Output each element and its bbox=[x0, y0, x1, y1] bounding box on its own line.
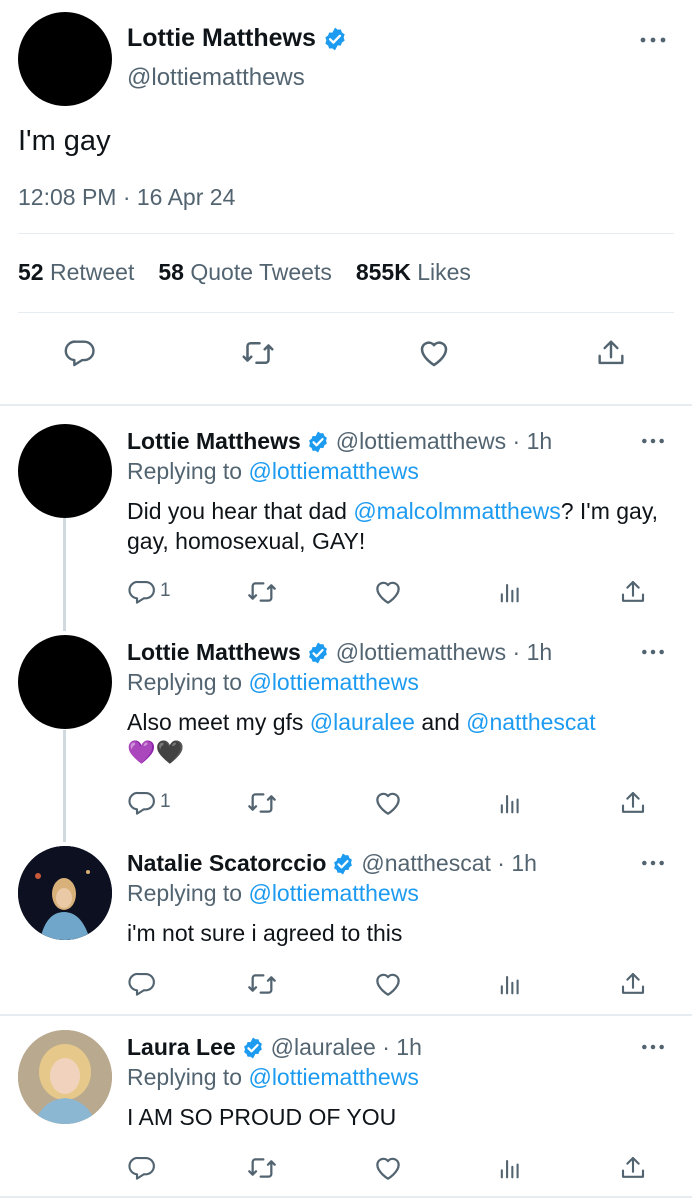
author-name[interactable]: Lottie Matthews bbox=[127, 639, 301, 666]
retweet-icon[interactable] bbox=[240, 335, 276, 371]
replying-to-label: Replying to bbox=[127, 880, 249, 906]
verified-badge-icon bbox=[322, 26, 348, 52]
tweet-text: I'm gay bbox=[18, 125, 111, 157]
more-icon[interactable] bbox=[640, 854, 666, 872]
tweet-stats: 52 Retweet 58 Quote Tweets 855K Likes bbox=[18, 259, 471, 286]
verified-badge-icon bbox=[241, 1036, 265, 1060]
more-icon[interactable] bbox=[640, 432, 666, 450]
mention-link[interactable]: @lauralee bbox=[310, 709, 415, 735]
like-icon[interactable] bbox=[372, 968, 404, 1000]
author-handle[interactable]: @lottiematthews bbox=[127, 64, 305, 92]
retweets-stat[interactable]: 52 Retweet bbox=[18, 259, 134, 286]
replying-to-label: Replying to bbox=[127, 669, 249, 695]
retweet-icon[interactable] bbox=[246, 787, 278, 819]
reply-tweet[interactable]: Natalie Scatorccio @natthescat · 1h Repl… bbox=[0, 834, 692, 1014]
replying-to-mention[interactable]: @lottiematthews bbox=[248, 880, 418, 906]
reply-tweet[interactable]: Laura Lee @lauralee · 1h Replying to @lo… bbox=[0, 1018, 692, 1200]
retweet-icon[interactable] bbox=[246, 1152, 278, 1184]
section-divider bbox=[0, 1014, 692, 1016]
reply-time[interactable]: 1h bbox=[396, 1034, 422, 1061]
replying-to-mention[interactable]: @lottiematthews bbox=[248, 1064, 418, 1090]
reply-icon[interactable] bbox=[127, 1152, 157, 1184]
retweet-icon[interactable] bbox=[246, 968, 278, 1000]
reply-icon[interactable] bbox=[63, 335, 97, 371]
reply-tweet[interactable]: Lottie Matthews @lottiematthews · 1h Rep… bbox=[0, 623, 692, 833]
author-handle[interactable]: @lauralee bbox=[271, 1034, 376, 1061]
reply-actions bbox=[0, 1152, 692, 1186]
replying-to-label: Replying to bbox=[127, 458, 249, 484]
avatar-photo bbox=[18, 1030, 112, 1124]
divider bbox=[18, 233, 674, 234]
reply-icon[interactable] bbox=[127, 968, 157, 1000]
retweet-icon[interactable] bbox=[246, 576, 278, 608]
like-icon[interactable] bbox=[372, 787, 404, 819]
separator: · bbox=[506, 428, 527, 454]
reply-actions: 1 bbox=[0, 787, 692, 821]
reply-text: Also meet my gfs @lauralee and @natthesc… bbox=[127, 709, 596, 765]
verified-badge-icon bbox=[306, 430, 330, 454]
reply-tweet[interactable]: Lottie Matthews @lottiematthews · 1h Rep… bbox=[0, 412, 692, 622]
more-icon[interactable] bbox=[640, 643, 666, 661]
author-handle[interactable]: @lottiematthews bbox=[336, 639, 506, 666]
reply-icon[interactable] bbox=[127, 576, 157, 608]
reply-text: i'm not sure i agreed to this bbox=[127, 920, 403, 946]
share-icon[interactable] bbox=[618, 1152, 648, 1184]
reply-count: 1 bbox=[160, 791, 171, 812]
separator: · bbox=[375, 1034, 397, 1060]
share-icon[interactable] bbox=[618, 787, 648, 819]
more-icon[interactable] bbox=[640, 1038, 666, 1056]
avatar[interactable] bbox=[18, 635, 112, 729]
reply-time[interactable]: 1h bbox=[511, 850, 537, 877]
author-handle[interactable]: @natthescat bbox=[361, 850, 490, 877]
tweet-timestamp[interactable]: 12:08 PM · 16 Apr 24 bbox=[18, 184, 235, 211]
tweet-actions bbox=[0, 335, 692, 375]
analytics-icon[interactable] bbox=[496, 1152, 524, 1184]
likes-stat[interactable]: 855K Likes bbox=[356, 259, 471, 286]
quote-tweets-stat[interactable]: 58 Quote Tweets bbox=[158, 259, 331, 286]
analytics-icon[interactable] bbox=[496, 576, 524, 608]
separator: · bbox=[506, 639, 527, 665]
like-icon[interactable] bbox=[372, 576, 404, 608]
emoji: 💜🖤 bbox=[127, 739, 185, 765]
like-icon[interactable] bbox=[372, 1152, 404, 1184]
analytics-icon[interactable] bbox=[496, 968, 524, 1000]
reply-time[interactable]: 1h bbox=[527, 428, 553, 455]
author-name[interactable]: Lottie Matthews bbox=[127, 24, 316, 53]
verified-badge-icon bbox=[306, 641, 330, 665]
section-divider bbox=[0, 404, 692, 406]
replying-to-mention[interactable]: @lottiematthews bbox=[248, 458, 418, 484]
avatar-photo bbox=[18, 846, 112, 940]
avatar[interactable] bbox=[18, 12, 112, 106]
replying-to-label: Replying to bbox=[127, 1064, 249, 1090]
reply-time[interactable]: 1h bbox=[527, 639, 553, 666]
mention-link[interactable]: @natthescat bbox=[466, 709, 595, 735]
avatar[interactable] bbox=[18, 1030, 112, 1124]
main-tweet: Lottie Matthews @lottiematthews I'm gay … bbox=[0, 0, 692, 405]
author-handle[interactable]: @lottiematthews bbox=[336, 428, 506, 455]
verified-badge-icon bbox=[331, 852, 355, 876]
share-icon[interactable] bbox=[618, 968, 648, 1000]
author-name[interactable]: Natalie Scatorccio bbox=[127, 850, 326, 877]
author-name[interactable]: Laura Lee bbox=[127, 1034, 236, 1061]
share-icon[interactable] bbox=[594, 335, 628, 371]
reply-actions: 1 bbox=[0, 576, 692, 610]
analytics-icon[interactable] bbox=[496, 787, 524, 819]
like-icon[interactable] bbox=[416, 335, 452, 371]
avatar[interactable] bbox=[18, 424, 112, 518]
reply-icon[interactable] bbox=[127, 787, 157, 819]
reply-actions bbox=[0, 968, 692, 1002]
author-name[interactable]: Lottie Matthews bbox=[127, 428, 301, 455]
avatar[interactable] bbox=[18, 846, 112, 940]
separator: · bbox=[490, 850, 512, 876]
replying-to-mention[interactable]: @lottiematthews bbox=[248, 669, 418, 695]
more-icon[interactable] bbox=[638, 30, 668, 50]
divider bbox=[18, 312, 674, 313]
share-icon[interactable] bbox=[618, 576, 648, 608]
reply-text: I AM SO PROUD OF YOU bbox=[127, 1104, 397, 1130]
section-divider bbox=[0, 1196, 692, 1198]
reply-text: Did you hear that dad @malcolmmatthews? … bbox=[127, 498, 659, 554]
mention-link[interactable]: @malcolmmatthews bbox=[353, 498, 560, 524]
reply-count: 1 bbox=[160, 580, 171, 601]
